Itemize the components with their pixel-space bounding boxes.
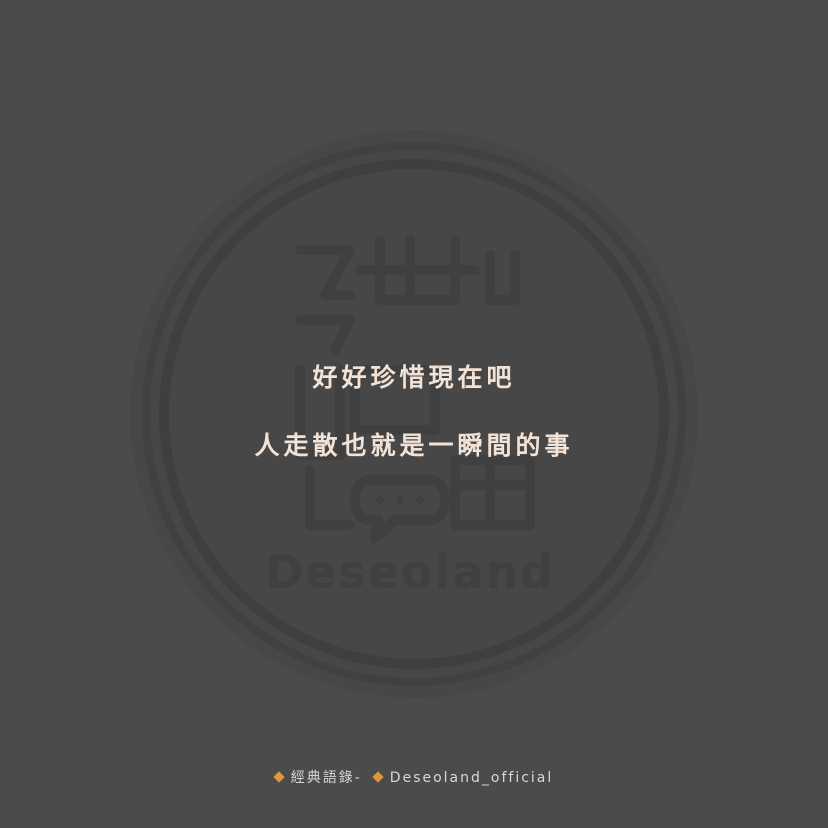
diamond-bullet-icon [372,771,384,783]
quote-line-2: 人走散也就是一瞬間的事 [254,431,574,460]
deseoland-logo-watermark: Deseoland [130,130,698,698]
quote-card: Deseoland 好好珍惜現在吧 人走散也就是一瞬間的事 經典語錄- Deseo… [0,0,828,828]
quote-line-1: 好好珍惜現在吧 [312,363,516,392]
footer: 經典語錄- Deseoland_official [0,766,828,790]
footer-left-text: 經典語錄- [290,770,362,786]
svg-text:Deseoland: Deseoland [265,545,555,599]
diamond-bullet-icon [273,771,285,783]
footer-handle-text: Deseoland_official [389,770,554,786]
